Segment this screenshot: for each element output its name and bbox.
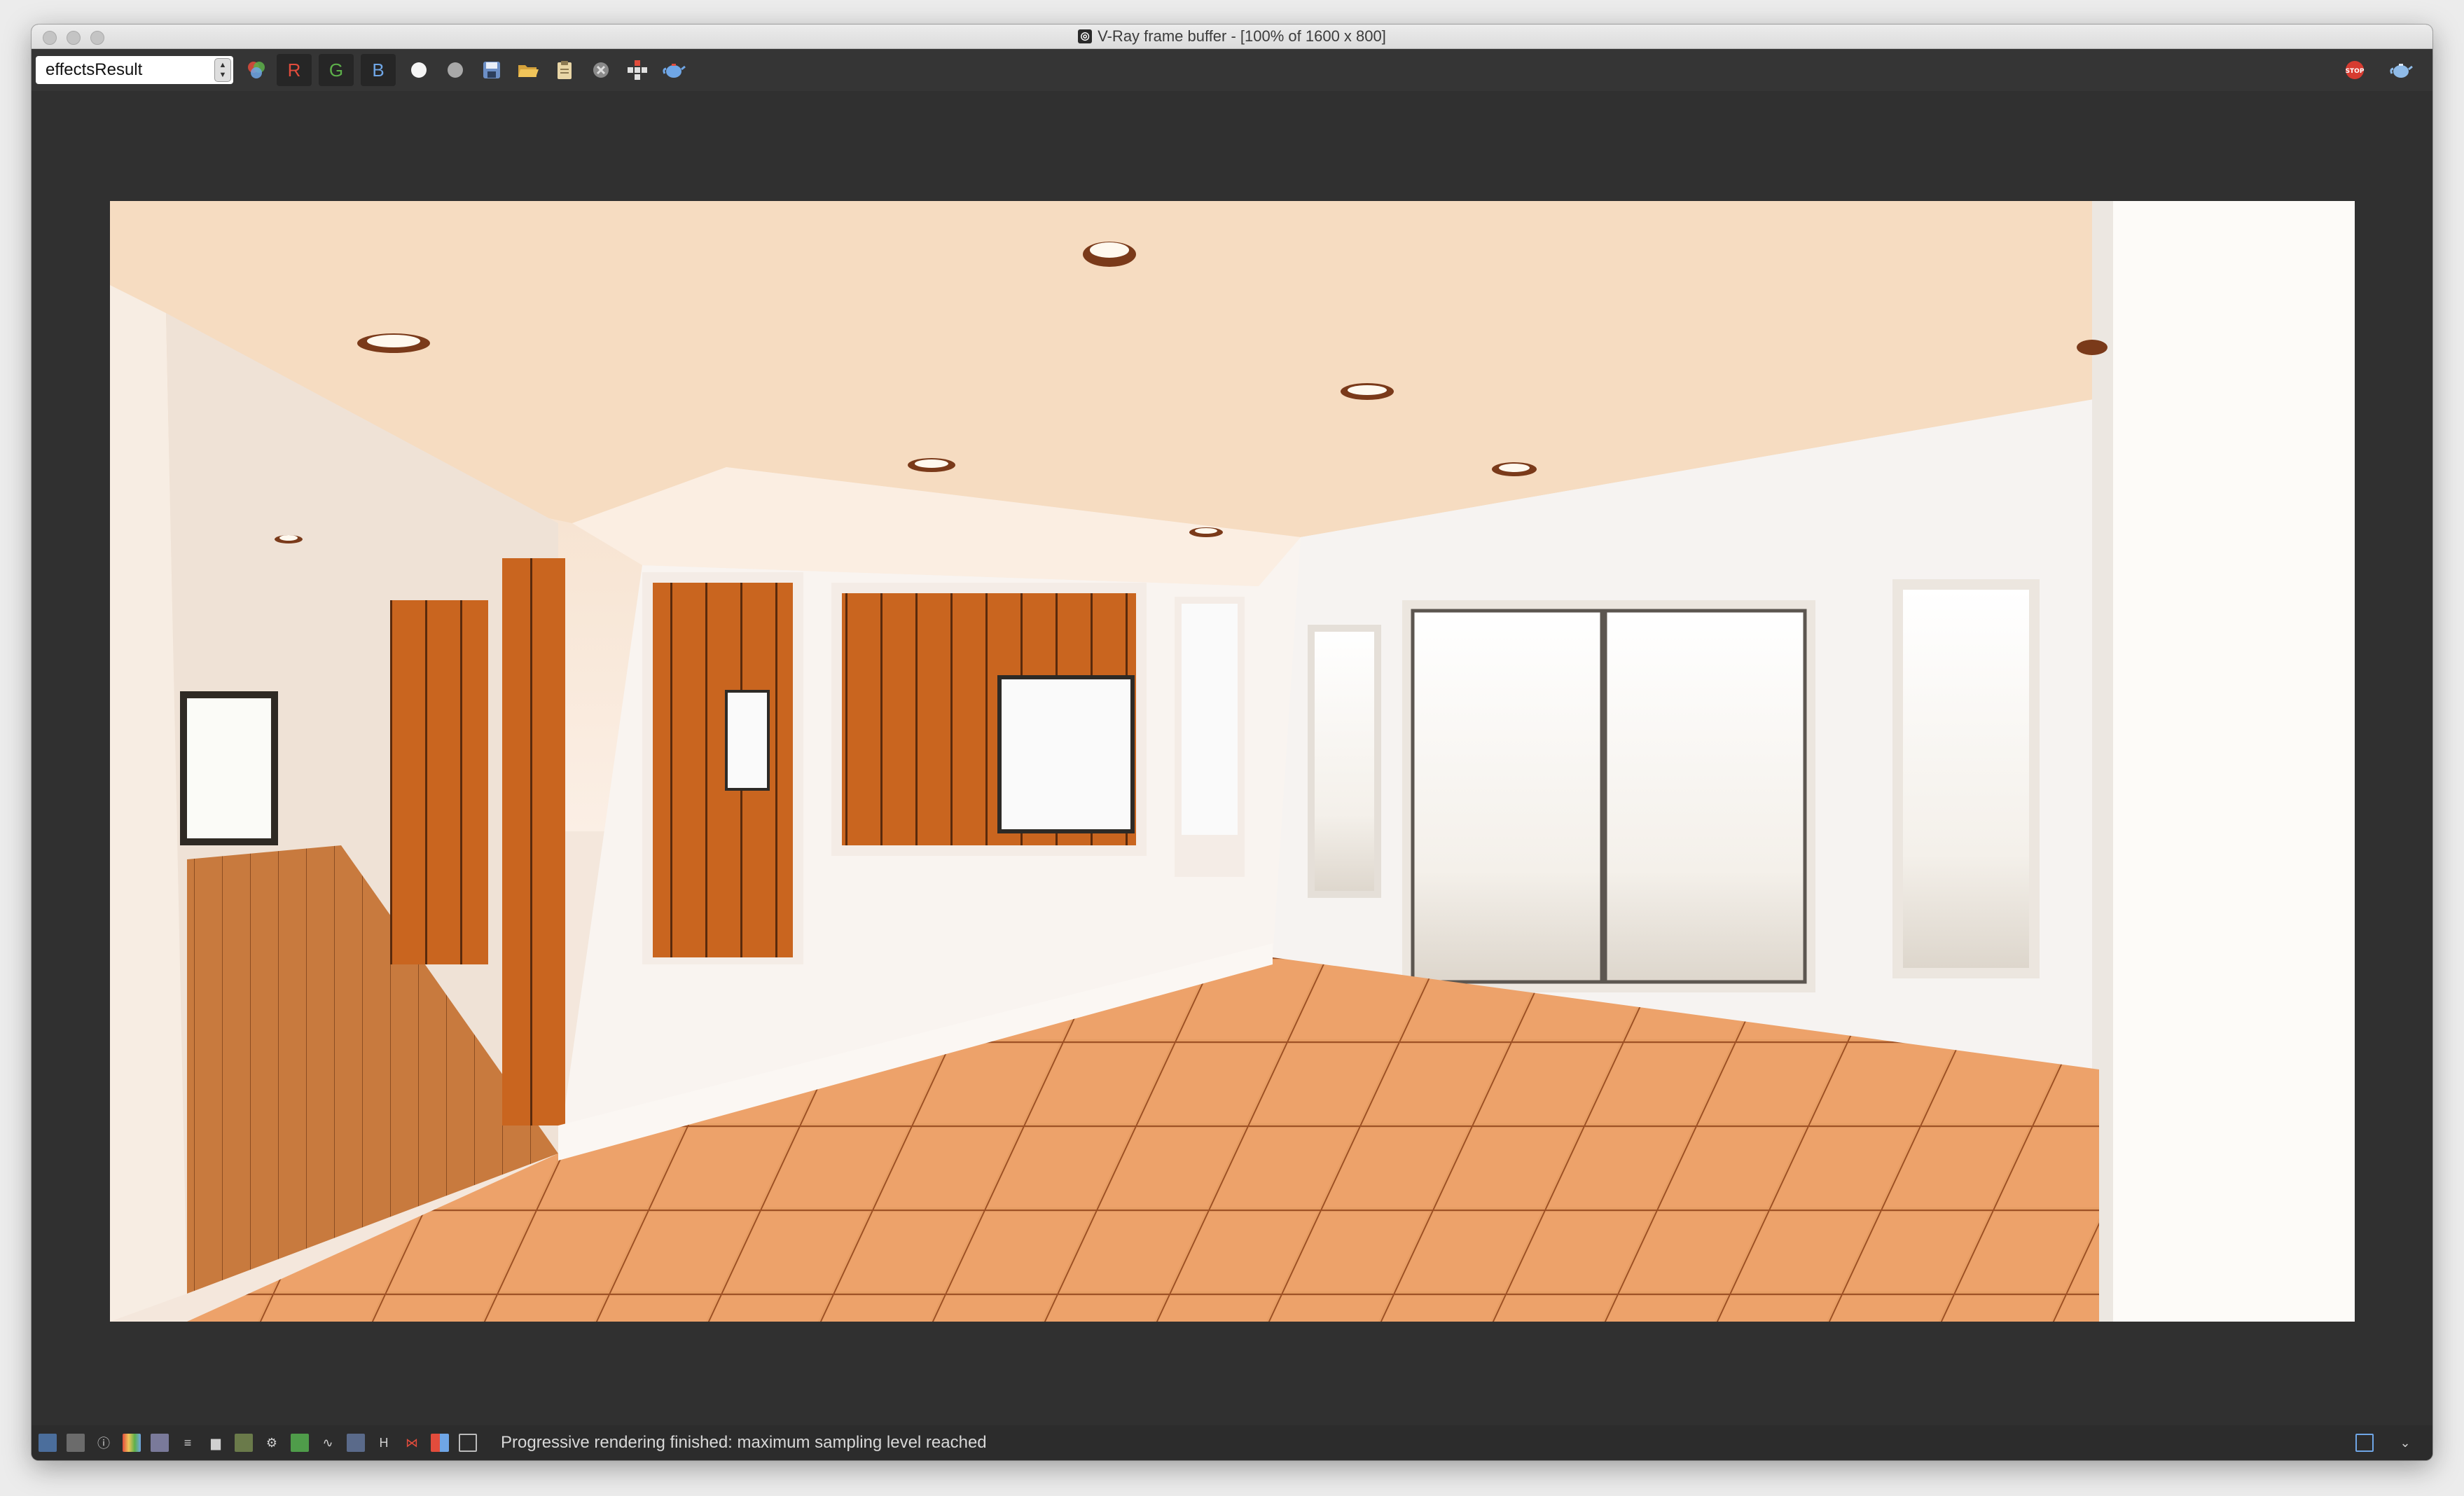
save-icon[interactable] [476,54,508,86]
render-viewport[interactable] [32,91,2432,1425]
close-window-button[interactable] [43,31,57,45]
clipboard-icon[interactable] [548,54,581,86]
rendered-image[interactable] [110,201,2355,1322]
bars-icon[interactable] [431,1434,449,1452]
blue-channel-button[interactable]: B [361,54,396,86]
minimize-window-button[interactable] [67,31,81,45]
h-letter: H [379,1435,389,1450]
window-toggle-icon[interactable] [2355,1434,2374,1452]
color-corrections-icon[interactable] [240,54,272,86]
color-lut-icon[interactable] [123,1434,141,1452]
interior-render-illustration [110,201,2355,1322]
channel-select-value: effectsResult [46,60,143,79]
svg-text:STOP: STOP [2346,68,2365,75]
vfb-window: ◎ V-Ray frame buffer - [100% of 1600 x 8… [32,25,2432,1460]
green-channel-label: G [328,59,344,81]
title-bar[interactable]: ◎ V-Ray frame buffer - [100% of 1600 x 8… [32,25,2432,49]
gray-dot-icon[interactable] [439,54,471,86]
layers-icon[interactable] [67,1434,85,1452]
white-dot-icon[interactable] [403,54,435,86]
window-title: V-Ray frame buffer - [100% of 1600 x 800… [1098,27,1386,45]
histogram-icon[interactable]: ▆ [207,1434,225,1452]
curve-icon[interactable]: ∿ [319,1434,337,1452]
render-teapot-icon[interactable] [2385,54,2417,86]
lens-icon[interactable] [235,1434,253,1452]
fit-icon[interactable] [291,1434,309,1452]
denoise-icon[interactable] [347,1434,365,1452]
window-controls [43,31,104,45]
title-group: ◎ V-Ray frame buffer - [100% of 1600 x 8… [1078,27,1386,46]
chevron-updown-icon: ▲ ▼ [214,58,231,82]
track-icon[interactable] [459,1434,477,1452]
history-icon[interactable] [39,1434,57,1452]
toolbar-right: STOP [2339,54,2421,86]
channel-select[interactable]: effectsResult ▲ ▼ [36,56,233,84]
split-icon[interactable]: ⋈ [403,1434,421,1452]
expand-icon[interactable]: ⌄ [2396,1434,2414,1452]
status-bar: ⓘ ≡ ▆ ⚙ ∿ H ⋈ Progressive rendering fini… [32,1425,2432,1460]
blue-channel-label: B [372,59,385,81]
zoom-window-button[interactable] [90,31,104,45]
clear-icon[interactable] [585,54,617,86]
teapot-render-icon[interactable] [658,54,690,86]
green-channel-button[interactable]: G [319,54,354,86]
stats-icon[interactable]: ≡ [179,1434,197,1452]
vray-logo-icon: ◎ [1078,29,1093,43]
red-channel-button[interactable]: R [277,54,312,86]
info-icon[interactable]: ⓘ [95,1434,113,1452]
open-icon[interactable] [512,54,544,86]
toolbar: effectsResult ▲ ▼ R G B STOP [32,49,2432,91]
statusbar-right: ⌄ [2355,1434,2424,1452]
settings-wheel-icon[interactable]: ⚙ [263,1434,281,1452]
compare-icon[interactable] [151,1434,169,1452]
stop-render-icon[interactable]: STOP [2339,54,2371,86]
h-icon[interactable]: H [375,1434,393,1452]
red-channel-label: R [287,59,301,81]
status-message: Progressive rendering finished: maximum … [501,1433,987,1452]
region-render-icon[interactable] [621,54,653,86]
